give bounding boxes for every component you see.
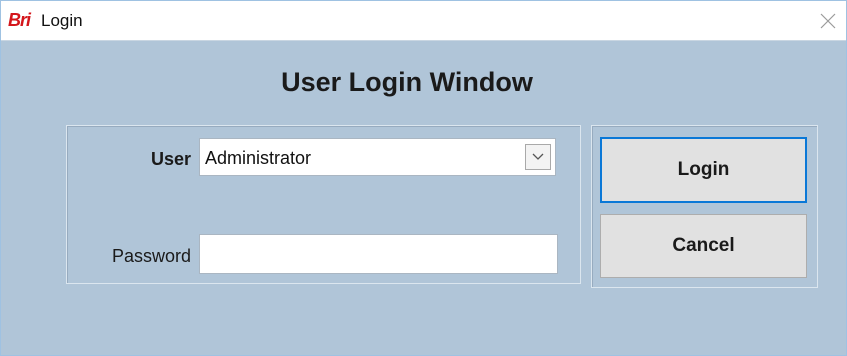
cancel-button[interactable]: Cancel xyxy=(600,214,807,278)
user-dropdown-value: Administrator xyxy=(205,148,312,168)
chevron-down-icon xyxy=(532,153,544,160)
user-dropdown[interactable]: Administrator xyxy=(199,138,556,176)
title-bar[interactable]: Bri Login xyxy=(1,1,846,41)
password-field[interactable] xyxy=(199,234,558,274)
password-label: Password xyxy=(111,246,191,266)
window-title: Login xyxy=(41,11,83,30)
dropdown-button[interactable] xyxy=(525,144,551,170)
close-icon xyxy=(820,13,836,29)
page-title: User Login Window xyxy=(281,67,533,97)
close-button[interactable] xyxy=(814,8,842,34)
login-button[interactable]: Login xyxy=(600,137,807,203)
app-logo: Bri xyxy=(8,10,31,30)
login-window: Bri Login User Login Window User Adminis… xyxy=(0,0,847,356)
user-label: User xyxy=(150,149,191,169)
